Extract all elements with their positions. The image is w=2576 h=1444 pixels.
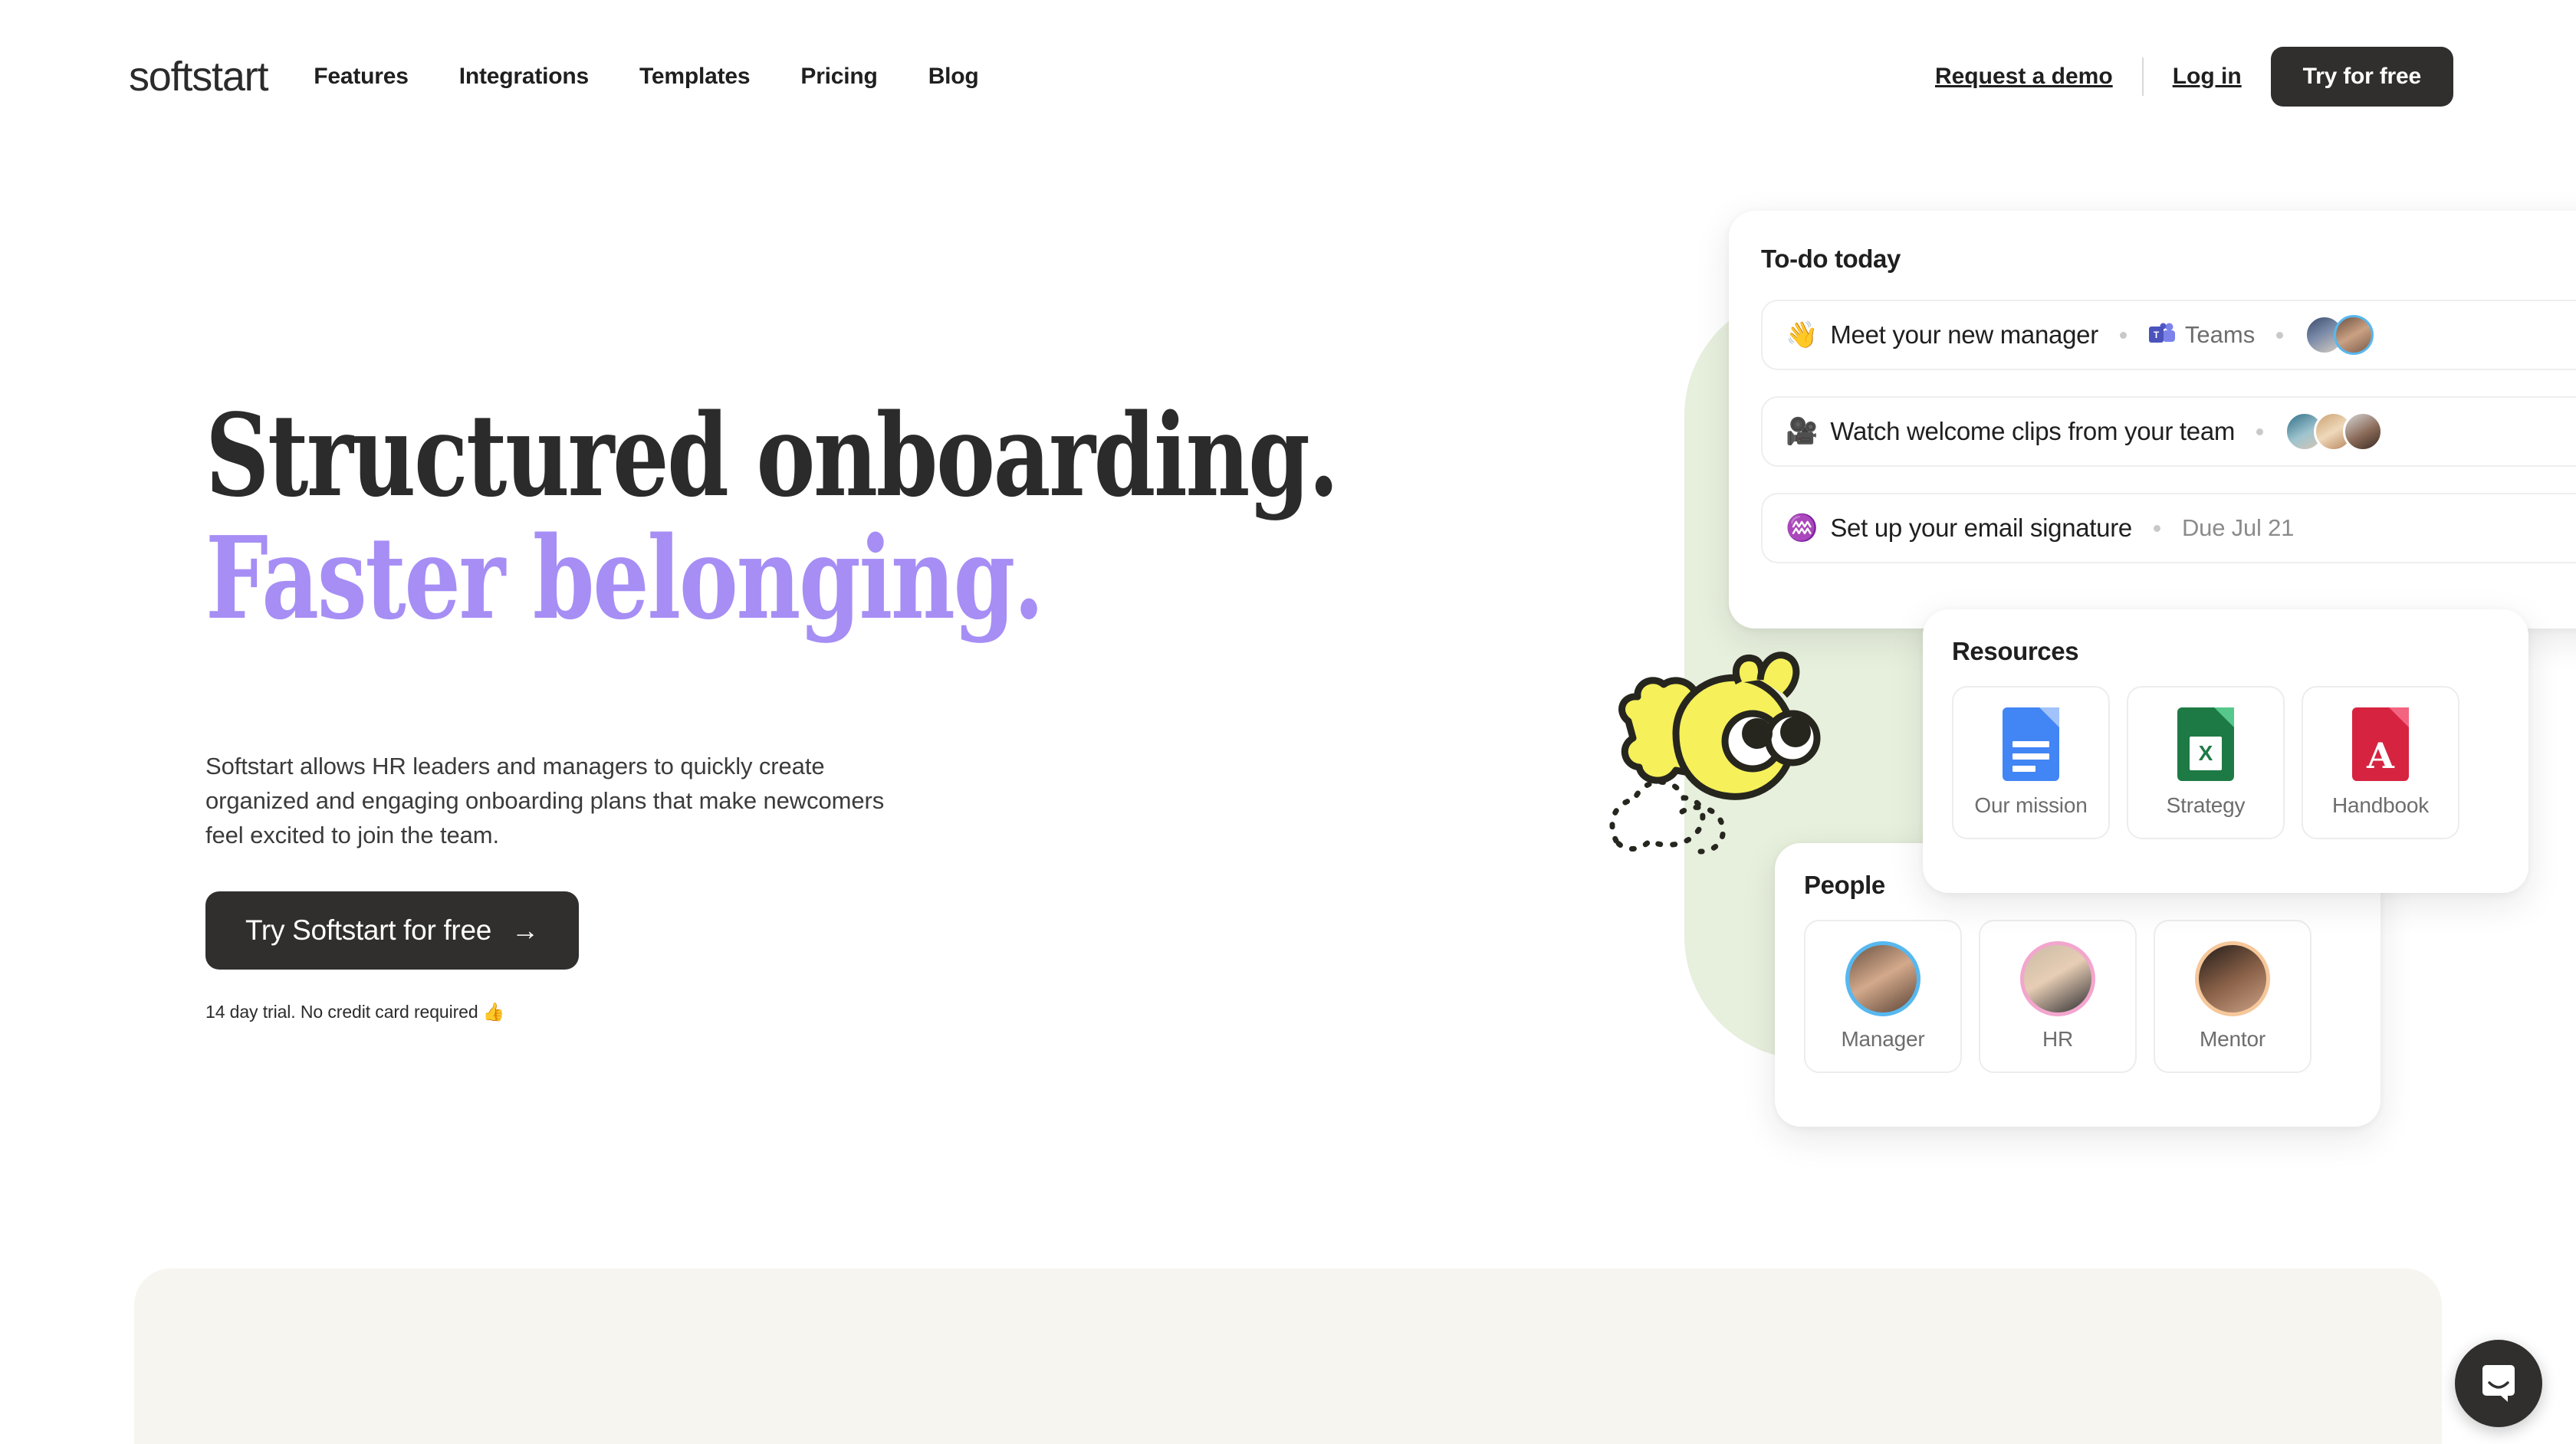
person-tile-hr[interactable]: HR [1979, 920, 2137, 1073]
softstart-logo[interactable]: softstart [129, 56, 268, 97]
todo-item-label: Meet your new manager [1830, 320, 2098, 349]
separator-dot [2256, 428, 2264, 435]
todo-item-label: Set up your email signature [1830, 514, 2132, 542]
resource-tile-strategy[interactable]: X Strategy [2127, 686, 2285, 839]
todo-item-email-signature[interactable]: ♒ Set up your email signature Due Jul 21 [1761, 493, 2576, 563]
separator-dot [2153, 524, 2160, 532]
avatar [2195, 941, 2270, 1016]
aquarius-icon: ♒ [1786, 514, 1819, 543]
person-tile-label: HR [2042, 1027, 2074, 1051]
avatar [1845, 941, 1921, 1016]
navbar-right-group: Request a demo Log in Try for free [1935, 47, 2576, 107]
person-tile-label: Manager [1841, 1027, 1925, 1051]
resource-tile-label: Handbook [2331, 793, 2430, 817]
assignee-avatars [2305, 315, 2374, 355]
person-tile-manager[interactable]: Manager [1804, 920, 1962, 1073]
todo-item-meet-manager[interactable]: 👋 Meet your new manager T Teams [1761, 300, 2576, 370]
chat-widget-button[interactable] [2455, 1340, 2542, 1427]
resources-card: Resources Our mission X Strategy A Handb… [1923, 609, 2528, 893]
todo-item-welcome-clips[interactable]: 🎥 Watch welcome clips from your team [1761, 396, 2576, 467]
person-tile-mentor[interactable]: Mentor [2154, 920, 2312, 1073]
trial-note: 14 day trial. No credit card required 👍 [205, 1001, 505, 1022]
login-link[interactable]: Log in [2173, 64, 2242, 90]
todo-item-label: Watch welcome clips from your team [1830, 417, 2236, 445]
try-for-free-button[interactable]: Try for free [2270, 47, 2453, 107]
yellow-bird-mascot [1609, 651, 1821, 855]
headline-line-1: Structured onboarding. [205, 389, 1339, 522]
bottom-section-panel [134, 1268, 2442, 1444]
todo-due-date: Due Jul 21 [2181, 514, 2295, 541]
nav-link-integrations[interactable]: Integrations [459, 64, 589, 90]
todo-today-card: To-do today 👋 Meet your new manager T Te… [1729, 211, 2576, 628]
movie-camera-icon: 🎥 [1786, 417, 1819, 446]
hero-description: Softstart allows HR leaders and managers… [205, 753, 885, 848]
pdf-file-icon: A [2352, 707, 2409, 781]
nav-link-pricing[interactable]: Pricing [800, 64, 877, 90]
people-tile-row: Manager HR Mentor [1804, 920, 2351, 1073]
avatar [2020, 941, 2095, 1016]
separator-dot [2276, 331, 2284, 339]
hero-cta-button[interactable]: Try Softstart for free → [205, 891, 579, 970]
google-docs-icon [2003, 707, 2059, 781]
excel-spreadsheet-icon: X [2177, 707, 2234, 781]
avatar [2343, 412, 2384, 451]
assignee-avatars [2285, 412, 2384, 451]
resource-tile-label: Strategy [2166, 793, 2246, 817]
person-tile-label: Mentor [2200, 1027, 2266, 1051]
navbar-left-group: softstart Features Integrations Template… [0, 56, 979, 97]
teams-label: Teams [2184, 321, 2256, 348]
separator-dot [2119, 331, 2127, 339]
site-navbar: softstart Features Integrations Template… [0, 0, 2576, 153]
waving-hand-icon: 👋 [1786, 320, 1819, 350]
resource-tile-label: Our mission [1974, 793, 2088, 817]
hero-headline: Structured onboarding. Faster belonging. [205, 399, 1339, 645]
request-demo-link[interactable]: Request a demo [1935, 64, 2113, 90]
headline-line-2: Faster belonging. [205, 511, 1044, 645]
chat-bubble-icon [2482, 1365, 2515, 1402]
nav-link-features[interactable]: Features [314, 64, 409, 90]
primary-nav: Features Integrations Templates Pricing … [314, 64, 978, 90]
resources-tile-row: Our mission X Strategy A Handbook [1952, 686, 2499, 839]
navbar-divider [2141, 57, 2144, 96]
todo-card-title: To-do today [1761, 244, 1901, 273]
hero-section: Structured onboarding. Faster belonging.… [205, 399, 1524, 1022]
nav-link-templates[interactable]: Templates [639, 64, 751, 90]
arrow-right-icon: → [511, 914, 539, 946]
teams-integration-chip: T Teams [2148, 321, 2255, 349]
resources-card-title: Resources [1952, 637, 2079, 665]
nav-link-blog[interactable]: Blog [928, 64, 979, 90]
avatar [2334, 315, 2374, 355]
microsoft-teams-icon: T [2148, 323, 2175, 343]
resource-tile-our-mission[interactable]: Our mission [1952, 686, 2110, 839]
resource-tile-handbook[interactable]: A Handbook [2302, 686, 2459, 839]
hero-cta-label: Try Softstart for free [245, 914, 491, 946]
svg-text:T: T [2154, 330, 2160, 340]
